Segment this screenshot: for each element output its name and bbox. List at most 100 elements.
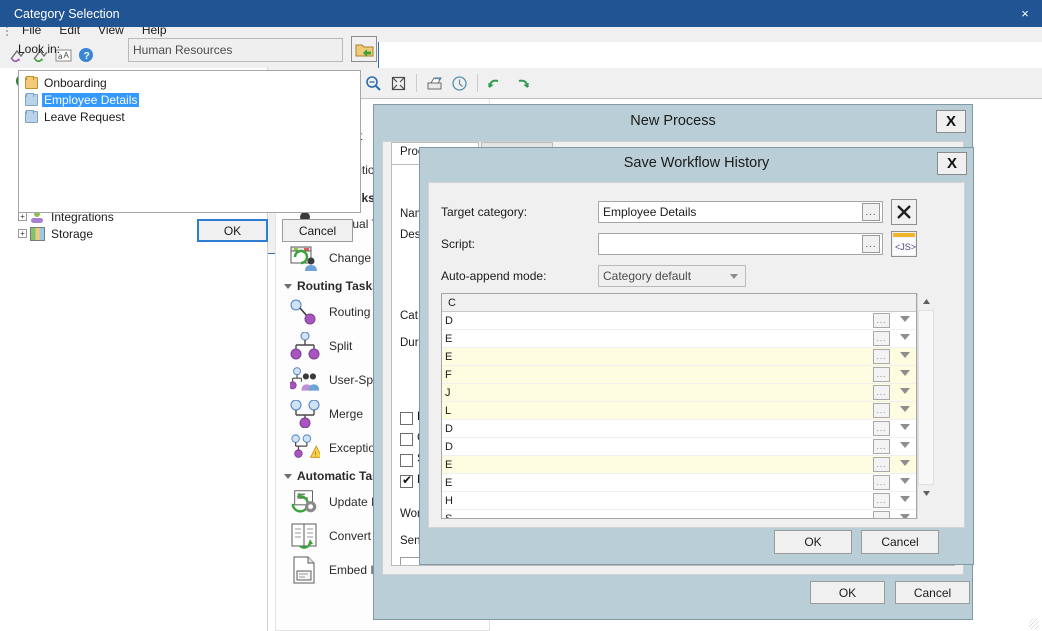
grid-row-browse-button[interactable]: ... [873,403,890,418]
grid-row-browse-button[interactable]: ... [873,367,890,382]
target-category-browse-button[interactable]: ... [862,203,880,221]
tree-expander-icon[interactable]: + [18,229,27,238]
grid-row[interactable]: F... [442,366,916,384]
toolbar-separator [416,74,417,92]
grid-row-label: J [445,387,451,399]
look-in-field: Human Resources [128,38,343,62]
grid-vertical-scrollbar[interactable] [917,293,934,519]
category-selection-cancel-button[interactable]: Cancel [282,219,353,242]
grid-row-label: D [445,441,453,453]
grid-row-browse-button[interactable]: ... [873,421,890,436]
storage-icon [30,227,45,241]
grid-row-dropdown-icon[interactable] [900,514,910,519]
grid-row-browse-button[interactable]: ... [873,475,890,490]
grid-row-dropdown-icon[interactable] [900,316,910,322]
new-process-cancel-button[interactable]: Cancel [895,581,970,604]
save-workflow-cancel-button[interactable]: Cancel [861,530,939,554]
grid-row-browse-button[interactable]: ... [873,439,890,454]
category-selection-ok-button[interactable]: OK [197,219,268,242]
history-icon[interactable] [448,72,471,95]
undo-icon[interactable] [484,72,507,95]
checkbox-s[interactable] [400,454,413,467]
designer-toolbar [268,68,1042,99]
svg-text:<JS>: <JS> [895,242,916,252]
new-process-ok-button[interactable]: OK [810,581,885,604]
grid-row-browse-button[interactable]: ... [873,457,890,472]
resize-grip[interactable] [1029,619,1039,629]
grid-row-dropdown-icon[interactable] [900,388,910,394]
grid-row[interactable]: H... [442,492,916,510]
look-in-label: Look in: [18,42,60,56]
group-collapse-icon[interactable] [284,284,292,289]
grid-row-browse-button[interactable]: ... [873,331,890,346]
index-field-grid[interactable]: C D...E...E...F...J...L...D...D...E...E.… [441,293,917,519]
checkbox-p[interactable] [400,412,413,425]
category-list-item[interactable]: Employee Details [19,91,360,108]
grid-row[interactable]: E... [442,348,916,366]
grid-row[interactable]: D... [442,420,916,438]
close-icon[interactable]: × [1016,4,1034,22]
grid-row-dropdown-icon[interactable] [900,334,910,340]
grid-row-label: E [445,351,452,363]
redo-icon[interactable] [509,72,532,95]
grid-row-dropdown-icon[interactable] [900,442,910,448]
save-workflow-history-dialog: Save Workflow History X Target category:… [419,147,974,565]
grid-row[interactable]: E... [442,474,916,492]
grid-row-dropdown-icon[interactable] [900,370,910,376]
category-list-item[interactable]: Leave Request [19,108,360,125]
label-workflow: Wor [400,508,421,520]
grid-row-dropdown-icon[interactable] [900,406,910,412]
grid-row-browse-button[interactable]: ... [873,349,890,364]
grid-row[interactable]: E... [442,456,916,474]
category-list[interactable]: Onboarding Employee DetailsLeave Request [18,70,361,213]
grid-row[interactable]: L... [442,402,916,420]
category-list-item-label: Employee Details [42,93,139,107]
group-collapse-icon[interactable] [284,474,292,479]
script-field[interactable]: ... [598,233,883,255]
grid-row-dropdown-icon[interactable] [900,460,910,466]
tree-expander-icon[interactable]: + [18,212,27,221]
convert-icon [290,522,320,550]
scroll-up-arrow-icon[interactable] [918,293,934,310]
grid-row-dropdown-icon[interactable] [900,496,910,502]
label-duration: Dur [400,337,419,349]
clear-icon[interactable] [891,199,917,225]
grid-row-dropdown-icon[interactable] [900,424,910,430]
auto-append-dropdown[interactable]: Category default [598,265,746,287]
scrollbar-thumb[interactable] [918,310,934,485]
grid-row[interactable]: D... [442,312,916,330]
category-list-item[interactable]: Onboarding [19,74,360,91]
up-one-level-icon[interactable] [351,36,377,62]
grid-row-dropdown-icon[interactable] [900,352,910,358]
auto-append-label: Auto-append mode: [441,269,546,283]
scroll-down-arrow-icon[interactable] [918,485,934,502]
look-in-value: Human Resources [133,43,232,57]
save-workflow-ok-button[interactable]: OK [774,530,852,554]
grid-row-browse-button[interactable]: ... [873,385,890,400]
grid-row[interactable]: D... [442,438,916,456]
zoom-out-icon[interactable] [362,72,385,95]
category-list-items[interactable]: Onboarding Employee DetailsLeave Request [19,74,360,125]
checkbox-d[interactable] [400,475,413,488]
target-category-field[interactable]: Employee Details ... [598,201,883,223]
checkbox-c[interactable] [400,433,413,446]
grid-row-browse-button[interactable]: ... [873,511,890,519]
export-icon[interactable] [423,72,446,95]
routing-icon [290,298,320,326]
toolbox-item-label: Convert [329,529,371,543]
new-process-close-button[interactable]: X [936,110,966,133]
grid-rows-container[interactable]: D...E...E...F...J...L...D...D...E...E...… [442,312,916,519]
grid-row[interactable]: S... [442,510,916,519]
fit-to-window-icon[interactable] [387,72,410,95]
grid-row-browse-button[interactable]: ... [873,313,890,328]
grid-row[interactable]: E... [442,330,916,348]
category-icon [25,111,38,123]
save-workflow-close-button[interactable]: X [937,152,967,175]
js-script-icon[interactable]: <JS> [891,231,917,257]
help-icon[interactable]: ? [76,45,96,65]
toolbox-item-label: Merge [329,407,363,421]
grid-row[interactable]: J... [442,384,916,402]
script-browse-button[interactable]: ... [862,235,880,253]
grid-row-dropdown-icon[interactable] [900,478,910,484]
grid-row-browse-button[interactable]: ... [873,493,890,508]
